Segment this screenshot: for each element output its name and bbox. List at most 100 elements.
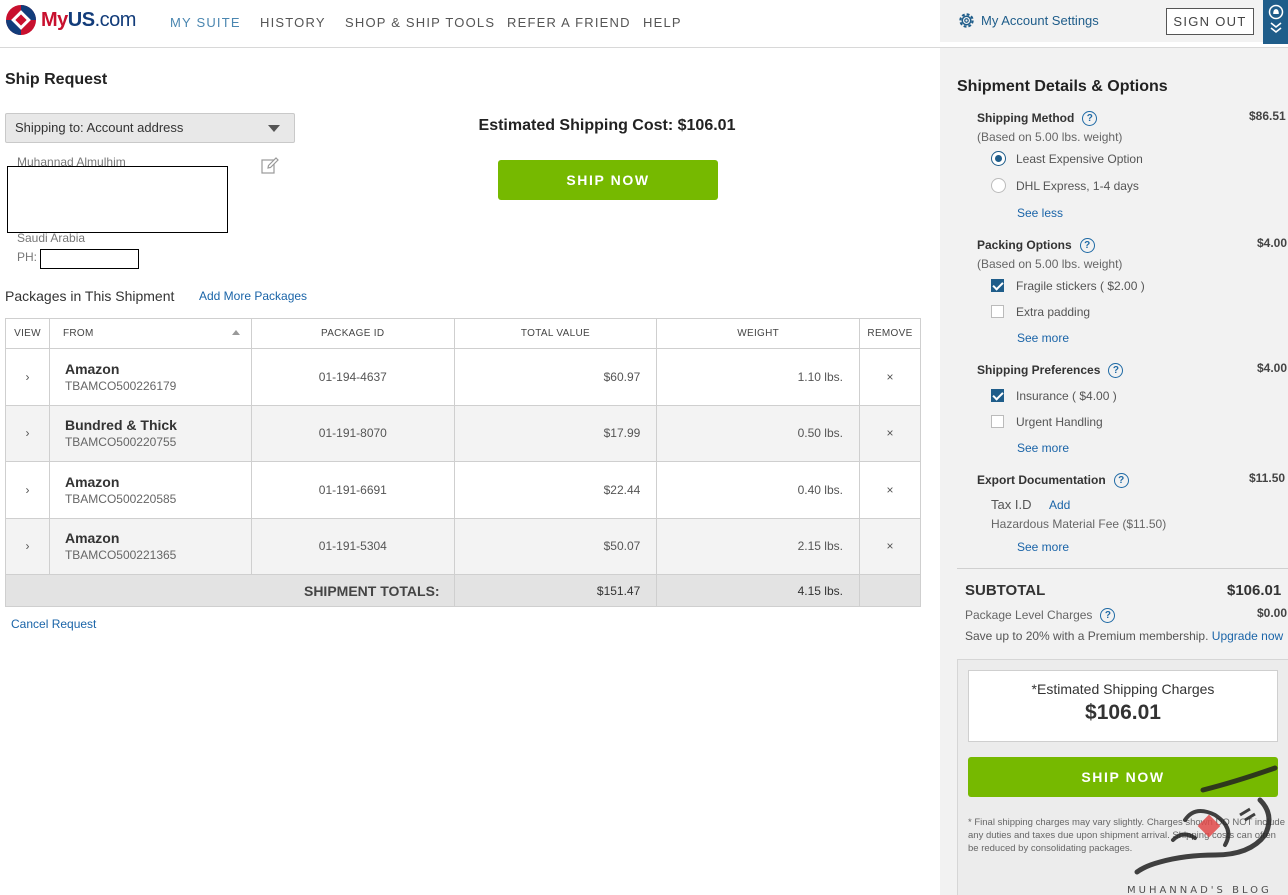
upgrade-now-link[interactable]: Upgrade now xyxy=(1212,629,1283,643)
help-icon[interactable]: ? xyxy=(1100,608,1116,624)
packing-options-heading: Packing Options? xyxy=(977,238,1095,254)
package-level-value: $0.00 xyxy=(1257,606,1288,620)
phone-label: PH: xyxy=(17,250,38,264)
hazmat-fee: Hazardous Material Fee ($11.50) xyxy=(991,517,1167,531)
totals-row: SHIPMENT TOTALS: $151.47 4.15 lbs. xyxy=(5,574,922,607)
nav-history[interactable]: HISTORY xyxy=(260,15,326,30)
premium-text: Save up to 20% with a Premium membership… xyxy=(965,629,1209,643)
cancel-request-link[interactable]: Cancel Request xyxy=(11,617,96,631)
svg-text:MUHANNAD'S BLOG: MUHANNAD'S BLOG xyxy=(1127,885,1272,895)
checkbox-urgent-handling[interactable] xyxy=(991,415,1004,428)
package-weight: 0.40 lbs. xyxy=(656,461,860,519)
option-insurance[interactable]: Insurance ( $4.00 ) xyxy=(1016,389,1117,403)
subtotal-label: SUBTOTAL xyxy=(965,582,1046,599)
packing-options-note: (Based on 5.00 lbs. weight) xyxy=(977,257,1123,271)
recipient-country: Saudi Arabia xyxy=(17,231,86,245)
expand-chevron-icon[interactable]: › xyxy=(5,517,50,575)
help-icon[interactable]: ? xyxy=(1082,111,1098,127)
add-tax-id-link[interactable]: Add xyxy=(1049,498,1070,512)
app-root: MyUS.com MY SUITE HISTORY SHOP & SHIP TO… xyxy=(0,0,1288,895)
tracking-number: TBAMCO500220755 xyxy=(64,435,177,450)
table-row: › Bundred & Thick TBAMCO500220755 01-191-… xyxy=(5,404,922,462)
package-weight: 1.10 lbs. xyxy=(656,348,860,406)
merchant-name: Amazon xyxy=(64,473,120,490)
page-title: Ship Request xyxy=(5,71,108,88)
sort-asc-icon xyxy=(231,330,240,335)
total-weight: 4.15 lbs. xyxy=(656,574,860,607)
help-icon[interactable]: ? xyxy=(1079,238,1095,254)
table-header-row: VIEW FROM PACKAGE ID TOTAL VALUE WEIGHT … xyxy=(5,318,922,349)
shipping-address-value: Shipping to: Account address xyxy=(15,120,184,135)
logo-us: US xyxy=(67,9,95,31)
see-more-preferences-link[interactable]: See more xyxy=(1017,441,1069,455)
merchant-name: Amazon xyxy=(64,360,120,377)
radio-dhl-express[interactable] xyxy=(991,178,1006,193)
notifications-tab[interactable] xyxy=(1263,0,1288,44)
table-row: › Amazon TBAMCO500221365 01-191-5304 $50.… xyxy=(5,517,922,575)
tax-id-label: Tax I.D xyxy=(991,497,1032,512)
see-less-link[interactable]: See less xyxy=(1017,206,1063,220)
estimated-charges-box: *Estimated Shipping Charges $106.01 xyxy=(968,670,1278,742)
nav-help[interactable]: HELP xyxy=(643,15,682,30)
option-least-expensive[interactable]: Least Expensive Option xyxy=(1016,152,1143,166)
edit-icon[interactable] xyxy=(261,157,279,175)
option-dhl-express[interactable]: DHL Express, 1-4 days xyxy=(1016,179,1139,193)
column-header-view: VIEW xyxy=(5,318,50,349)
package-value: $50.07 xyxy=(453,517,658,575)
myus-logo-icon[interactable] xyxy=(5,4,37,36)
checkbox-fragile-stickers[interactable] xyxy=(991,279,1004,292)
nav-my-suite[interactable]: MY SUITE xyxy=(170,15,241,30)
package-level-heading: Package Level Charges? xyxy=(965,608,1116,624)
package-value: $17.99 xyxy=(453,404,658,462)
remove-close-icon[interactable]: × xyxy=(858,404,922,462)
ship-now-button[interactable]: SHIP NOW xyxy=(498,160,718,200)
package-from: Amazon TBAMCO500221365 xyxy=(48,517,252,575)
option-extra-padding[interactable]: Extra padding xyxy=(1016,305,1090,319)
shipping-preferences-heading: Shipping Preferences? xyxy=(977,363,1124,379)
nav-shop-ship-tools[interactable]: SHOP & SHIP TOOLS xyxy=(345,15,495,30)
packages-table: VIEW FROM PACKAGE ID TOTAL VALUE WEIGHT … xyxy=(5,318,922,607)
expand-chevron-icon[interactable]: › xyxy=(5,404,50,462)
myus-logo[interactable]: MyUS.com xyxy=(41,9,136,32)
packages-title: Packages in This Shipment xyxy=(5,288,175,304)
radio-least-expensive[interactable] xyxy=(991,151,1006,166)
nav-refer-a-friend[interactable]: REFER A FRIEND xyxy=(507,15,631,30)
shipping-preferences-price: $4.00 xyxy=(1257,361,1288,375)
help-icon[interactable]: ? xyxy=(1113,473,1129,489)
account-settings-link[interactable]: My Account Settings xyxy=(981,13,1099,28)
option-fragile-stickers[interactable]: Fragile stickers ( $2.00 ) xyxy=(1016,279,1145,293)
shipping-address-select[interactable]: Shipping to: Account address xyxy=(5,113,295,143)
column-header-from-label: FROM xyxy=(62,328,94,339)
option-urgent-handling[interactable]: Urgent Handling xyxy=(1016,415,1103,429)
package-value: $60.97 xyxy=(453,348,658,406)
remove-close-icon[interactable]: × xyxy=(858,348,922,406)
package-from: Bundred & Thick TBAMCO500220755 xyxy=(48,404,252,462)
gear-icon[interactable] xyxy=(957,11,976,30)
table-row: › Amazon TBAMCO500220585 01-191-6691 $22.… xyxy=(5,461,922,519)
package-id: 01-191-8070 xyxy=(250,404,455,462)
see-more-export-link[interactable]: See more xyxy=(1017,540,1069,554)
remove-close-icon[interactable]: × xyxy=(858,461,922,519)
checkbox-extra-padding[interactable] xyxy=(991,305,1004,318)
logo-com: .com xyxy=(94,9,137,31)
totals-label: SHIPMENT TOTALS: xyxy=(5,574,455,607)
checkbox-insurance[interactable] xyxy=(991,389,1004,402)
see-more-packing-link[interactable]: See more xyxy=(1017,331,1069,345)
add-more-packages-link[interactable]: Add More Packages xyxy=(199,289,307,303)
package-id: 01-194-4637 xyxy=(250,348,455,406)
sign-out-button[interactable]: SIGN OUT xyxy=(1166,8,1254,35)
redacted-address xyxy=(7,166,228,233)
expand-chevron-icon[interactable]: › xyxy=(5,461,50,519)
expand-chevron-icon[interactable]: › xyxy=(5,348,50,406)
export-documentation-heading: Export Documentation? xyxy=(977,473,1129,489)
remove-close-icon[interactable]: × xyxy=(858,517,922,575)
shipping-preferences-label: Shipping Preferences xyxy=(977,363,1101,377)
bell-icon xyxy=(1268,4,1284,34)
help-icon[interactable]: ? xyxy=(1108,363,1124,379)
column-header-weight: WEIGHT xyxy=(656,318,860,349)
packing-options-label: Packing Options xyxy=(977,238,1072,252)
export-documentation-label: Export Documentation xyxy=(977,473,1106,487)
package-id: 01-191-5304 xyxy=(250,517,455,575)
column-header-from[interactable]: FROM xyxy=(48,318,252,349)
merchant-name: Amazon xyxy=(64,530,120,547)
